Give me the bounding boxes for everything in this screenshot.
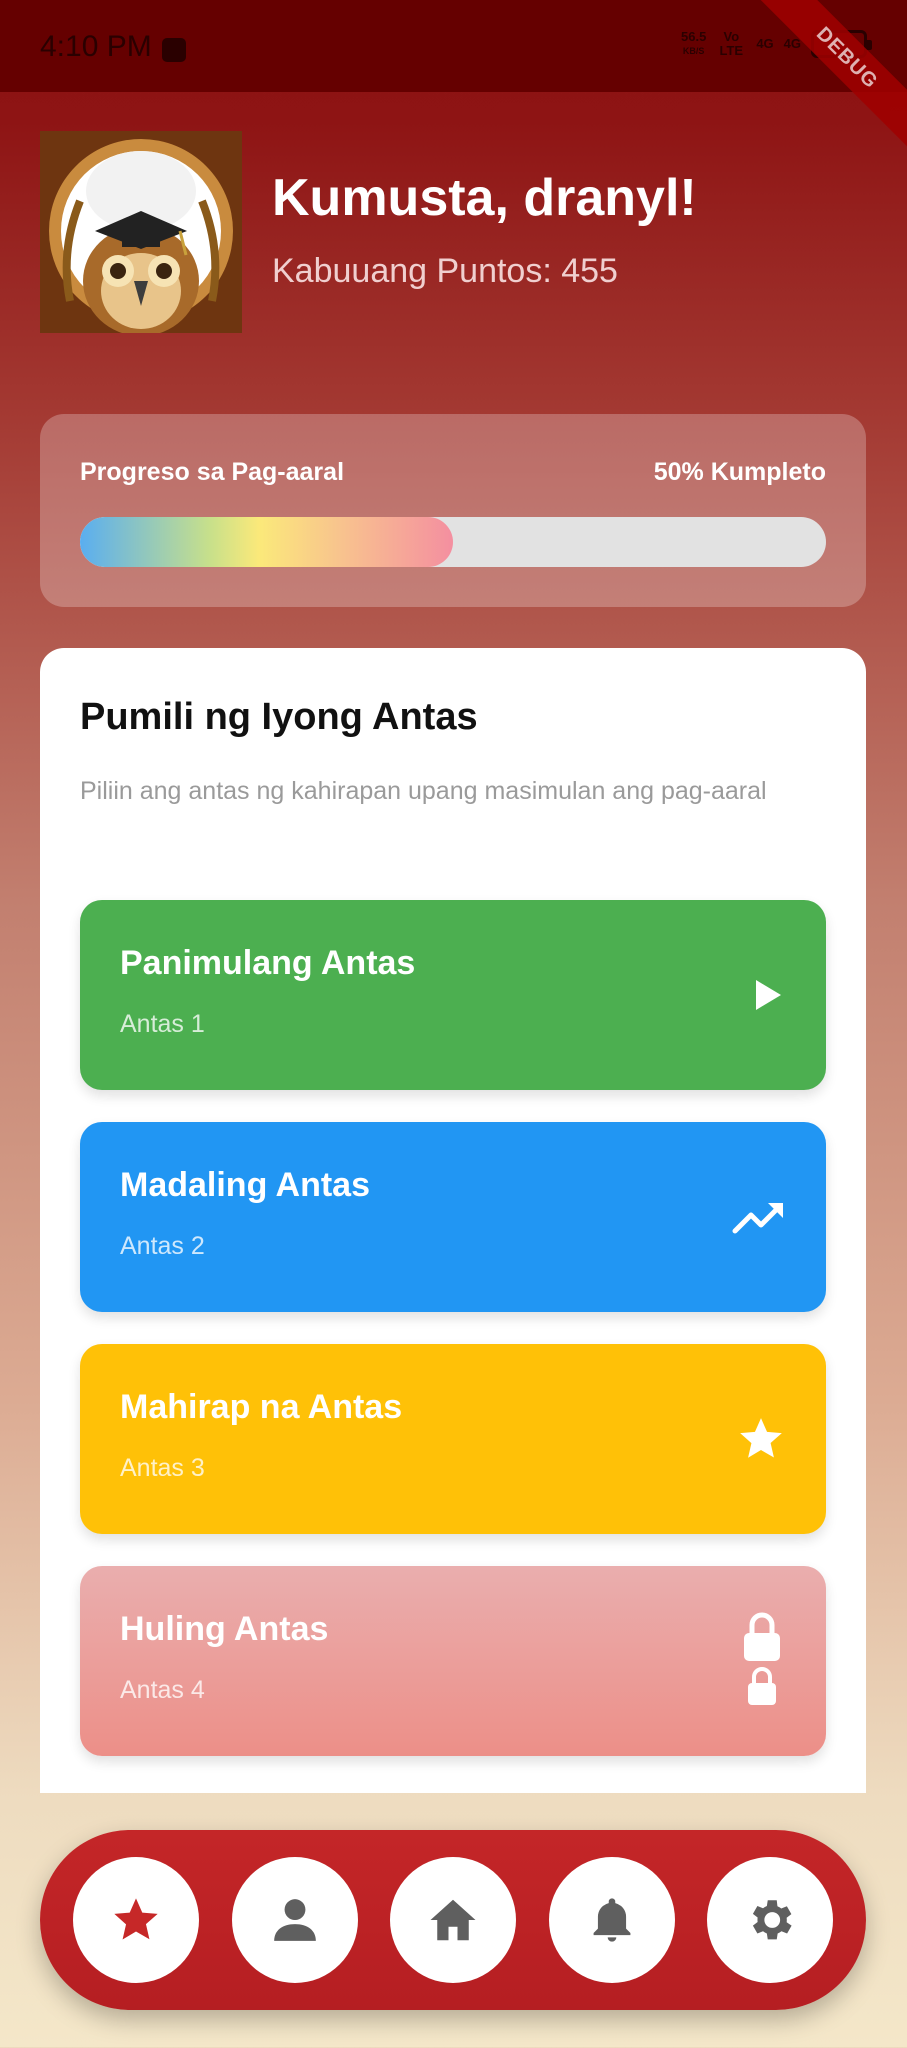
level-number: Antas 4 [120, 1676, 205, 1704]
level-name: Madaling Antas [120, 1166, 370, 1204]
section-subtitle: Piliin ang antas ng kahirapan upang masi… [80, 777, 767, 805]
signal-1-icon: 4G [756, 36, 774, 51]
progress-bar-fill [80, 517, 453, 567]
lock-icon [744, 1612, 780, 1705]
network-speed: 56.5 KB/S [681, 30, 706, 58]
signal-2-icon: 4G [783, 36, 801, 51]
nav-notifications-button[interactable] [549, 1857, 675, 1983]
section-title: Pumili ng Iyong Antas [80, 696, 478, 738]
greeting-title: Kumusta, dranyl! [272, 169, 697, 227]
level-number: Antas 3 [120, 1454, 205, 1482]
level-card-1[interactable]: Panimulang Antas Antas 1 [80, 900, 826, 1090]
bell-icon [593, 1898, 631, 1942]
nav-home-button[interactable] [390, 1857, 516, 1983]
nav-favorites-button[interactable] [73, 1857, 199, 1983]
nav-settings-button[interactable] [707, 1857, 833, 1983]
gear-icon [752, 1900, 792, 1940]
progress-label: Progreso sa Pag-aaral [80, 458, 345, 486]
progress-bar [80, 517, 826, 567]
avatar[interactable] [40, 131, 242, 333]
progress-card: Progreso sa Pag-aaral 50% Kumpleto [40, 414, 866, 607]
nav-profile-button[interactable] [232, 1857, 358, 1983]
home-icon [430, 1899, 476, 1941]
level-number: Antas 2 [120, 1232, 205, 1260]
trending-up-icon [732, 1203, 783, 1234]
volte-indicator: Vo LTE [719, 29, 744, 58]
sim-icon [162, 38, 186, 62]
owl-graduate-icon [40, 131, 242, 333]
level-card-2[interactable]: Madaling Antas Antas 2 [80, 1122, 826, 1312]
bottom-navigation [40, 1830, 866, 2010]
level-selection-card: Pumili ng Iyong Antas Piliin ang antas n… [40, 648, 866, 1793]
level-name: Huling Antas [120, 1610, 329, 1648]
level-number: Antas 1 [120, 1010, 205, 1038]
network-speed-value: 56.5 [681, 29, 707, 44]
person-icon [274, 1899, 316, 1941]
level-name: Panimulang Antas [120, 944, 416, 982]
level-name: Mahirap na Antas [120, 1388, 403, 1426]
level-card-3[interactable]: Mahirap na Antas Antas 3 [80, 1344, 826, 1534]
total-points: Kabuuang Puntos: 455 [272, 252, 618, 290]
network-speed-unit: KB/S [682, 46, 705, 56]
play-icon [756, 980, 781, 1010]
status-time: 4:10 PM [40, 30, 152, 63]
progress-percent: 50% Kumpleto [653, 458, 826, 486]
star-icon [740, 1418, 782, 1458]
star-icon [114, 1898, 158, 1940]
level-card-4[interactable]: Huling Antas Antas 4 [80, 1566, 826, 1756]
status-bar: 4:10 PM 56.5 KB/S Vo LTE 4G 4G [0, 0, 907, 92]
